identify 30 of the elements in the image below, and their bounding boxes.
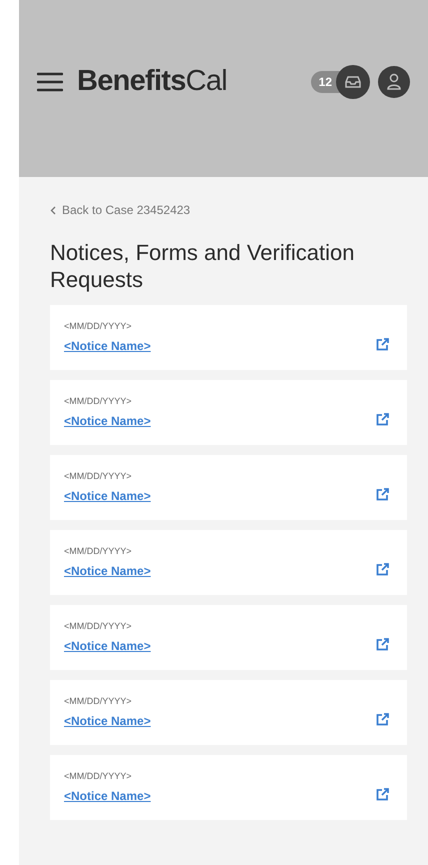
notice-date: <MM/DD/YYYY> [64,545,132,558]
inbox-icon [344,74,362,88]
external-link-icon[interactable] [376,488,389,501]
external-link-icon[interactable] [376,338,389,351]
notice-link[interactable]: <Notice Name> [64,562,151,580]
external-link-icon[interactable] [376,638,389,651]
notice-date: <MM/DD/YYYY> [64,695,132,708]
notice-link[interactable]: <Notice Name> [64,336,151,355]
user-icon [386,72,402,90]
notice-date: <MM/DD/YYYY> [64,320,132,334]
notice-link[interactable]: <Notice Name> [64,412,151,430]
page-title: Notices, Forms and Verification Requests [50,239,356,293]
back-link[interactable]: Back to Case 23452423 [50,201,190,219]
notice-date: <MM/DD/YYYY> [64,770,132,784]
notice-link[interactable]: <Notice Name> [64,712,151,730]
account-button[interactable] [378,66,410,98]
external-link-icon[interactable] [376,413,389,426]
external-link-icon[interactable] [376,563,389,576]
menu-icon[interactable] [37,72,63,92]
notice-link[interactable]: <Notice Name> [64,486,151,505]
notice-link[interactable]: <Notice Name> [64,786,151,805]
chevron-left-icon [50,206,56,214]
notice-date: <MM/DD/YYYY> [64,470,132,484]
brand-logo[interactable]: BenefitsCal [77,60,227,104]
notice-link[interactable]: <Notice Name> [64,636,151,655]
external-link-icon[interactable] [376,788,389,801]
notice-date: <MM/DD/YYYY> [64,620,132,634]
external-link-icon[interactable] [376,713,389,726]
notice-date: <MM/DD/YYYY> [64,395,132,408]
inbox-button[interactable] [336,64,370,98]
